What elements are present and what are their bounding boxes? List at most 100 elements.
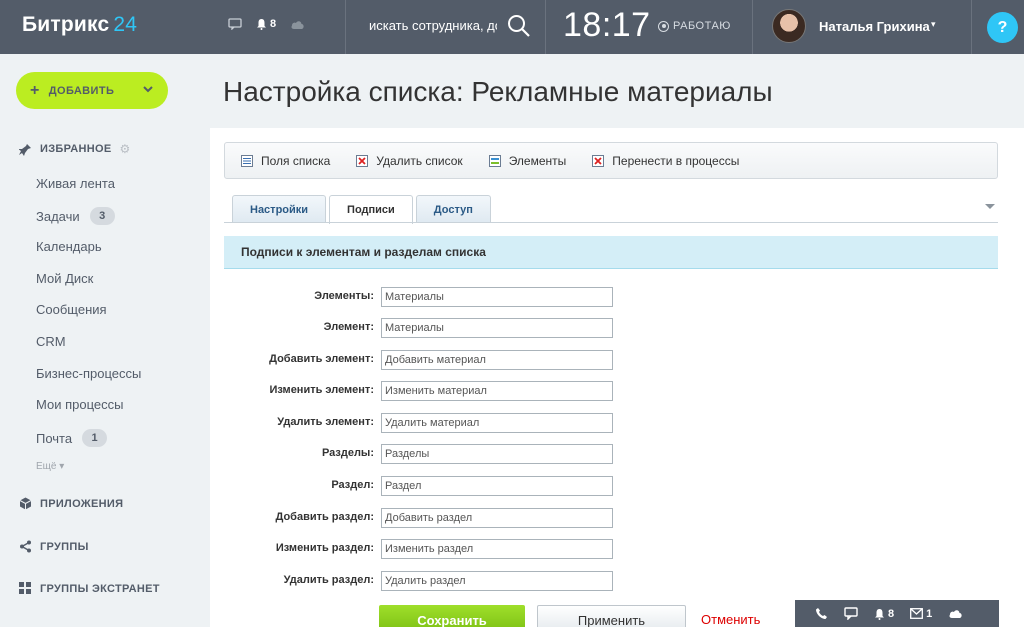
sidebar-item-label: Бизнес-процессы	[36, 366, 142, 381]
delete-section-field[interactable]	[381, 571, 613, 591]
chat-icon[interactable]	[844, 607, 858, 620]
element-name-field[interactable]	[381, 318, 613, 338]
search-icon[interactable]	[506, 13, 532, 39]
cancel-link[interactable]: Отменить	[701, 612, 760, 627]
sidebar-item-mail[interactable]: Почта 1	[36, 429, 108, 447]
sidebar-item-calendar[interactable]: Календарь	[36, 239, 102, 254]
cube-icon	[19, 497, 32, 510]
toolbar-delete-list-button[interactable]: Удалить список	[356, 154, 463, 168]
toolbar-label: Перенести в процессы	[612, 153, 740, 168]
sidebar-item-disk[interactable]: Мой Диск	[36, 271, 93, 286]
mail-count-badge: 1	[82, 429, 108, 447]
sidebar-item-label: Почта	[36, 430, 73, 446]
add-element-field[interactable]	[381, 350, 613, 370]
form-row: Изменить элемент:	[224, 381, 624, 401]
list-toolbar: Поля списка Удалить список Элементы Пере…	[224, 142, 998, 179]
tab-settings[interactable]: Настройки	[232, 195, 327, 223]
notifications-bell[interactable]: 8	[874, 608, 894, 620]
toolbar-fields-button[interactable]: Поля списка	[241, 154, 330, 168]
sidebar-item-crm[interactable]: CRM	[36, 334, 66, 349]
sidebar-section-groups[interactable]: ГРУППЫ	[19, 540, 89, 553]
cloud-icon[interactable]	[948, 608, 963, 619]
page-title: Настройка списка: Рекламные материалы	[223, 76, 773, 107]
save-button[interactable]: Сохранить	[379, 605, 525, 627]
field-label: Элемент:	[323, 321, 374, 333]
sidebar-item-label: Задачи	[36, 208, 80, 224]
tab-access[interactable]: Доступ	[415, 195, 491, 223]
mail-button[interactable]: 1	[910, 608, 932, 620]
bell-icon	[257, 19, 266, 30]
field-label: Удалить элемент:	[277, 416, 374, 428]
gear-icon[interactable]: ⚙	[120, 142, 131, 156]
edit-element-field[interactable]	[381, 381, 613, 401]
user-menu-caret-icon[interactable]: ▾	[931, 19, 936, 30]
bottom-messenger-bar: 8 1	[795, 600, 999, 627]
phone-icon[interactable]	[815, 607, 828, 620]
sidebar-item-label: Календарь	[36, 239, 102, 254]
sidebar-section-favorites[interactable]: ИЗБРАННОЕ ⚙	[19, 142, 131, 156]
edit-section-field[interactable]	[381, 539, 613, 559]
add-button[interactable]: + ДОБАВИТЬ	[16, 72, 168, 109]
grid-icon	[19, 582, 31, 594]
settings-tabs: Настройки Подписи Доступ	[232, 195, 491, 224]
header-divider	[752, 0, 753, 54]
sidebar-section-apps[interactable]: ПРИЛОЖЕНИЯ	[19, 497, 123, 510]
sidebar-item-label: Сообщения	[36, 302, 107, 317]
avatar[interactable]	[772, 9, 806, 43]
delete-list-icon	[356, 154, 369, 167]
sidebar-item-live-feed[interactable]: Живая лента	[36, 176, 115, 191]
more-label: Ещё	[36, 461, 57, 472]
top-header: Битрикс 24 8 искать сотрудника, до 18:17 …	[0, 0, 1024, 54]
toolbar-move-button[interactable]: Перенести в процессы	[592, 154, 739, 168]
sidebar-item-label: CRM	[36, 334, 66, 349]
mail-count: 1	[926, 607, 933, 620]
notifications-count: 8	[270, 18, 277, 30]
header-icons: 8	[228, 18, 305, 30]
form-row: Элементы:	[224, 287, 624, 307]
share-icon	[20, 540, 31, 553]
chat-icon[interactable]	[228, 18, 242, 30]
chevron-down-icon[interactable]	[985, 204, 995, 209]
plus-icon: +	[30, 81, 40, 99]
section-name-field[interactable]	[381, 476, 613, 496]
field-label: Добавить элемент:	[269, 353, 374, 365]
header-divider	[971, 0, 972, 54]
sidebar-more-link[interactable]: Ещё ▾	[36, 461, 64, 472]
groups-label: ГРУППЫ	[40, 540, 89, 553]
sidebar-item-label: Живая лента	[36, 176, 115, 191]
form-row: Добавить раздел:	[224, 508, 624, 528]
notifications-bell[interactable]: 8	[256, 18, 276, 30]
sidebar-section-extranet[interactable]: ГРУППЫ ЭКСТРАНЕТ	[19, 582, 160, 595]
tasks-count-badge: 3	[89, 207, 115, 225]
sidebar-item-tasks[interactable]: Задачи 3	[36, 207, 115, 225]
form-row: Удалить элемент:	[224, 413, 624, 433]
add-section-field[interactable]	[381, 508, 613, 528]
sidebar-item-messages[interactable]: Сообщения	[36, 302, 107, 317]
favorites-label: ИЗБРАННОЕ	[40, 143, 112, 155]
field-label: Элементы:	[314, 290, 374, 302]
help-button[interactable]: ?	[987, 12, 1018, 43]
work-status[interactable]: РАБОТАЮ	[658, 20, 731, 32]
header-divider	[545, 0, 546, 54]
work-status-label: РАБОТАЮ	[673, 20, 731, 32]
section-header: Подписи к элементам и разделам списка	[224, 236, 998, 269]
tab-captions[interactable]: Подписи	[329, 195, 413, 224]
sections-name-field[interactable]	[381, 444, 613, 464]
form-row: Разделы:	[224, 444, 624, 464]
clock[interactable]: 18:17	[563, 6, 651, 45]
elements-icon	[488, 154, 501, 167]
delete-element-field[interactable]	[381, 413, 613, 433]
elements-name-field[interactable]	[381, 287, 613, 307]
chevron-down-icon	[143, 86, 153, 93]
header-divider	[345, 0, 346, 54]
apply-button[interactable]: Применить	[537, 605, 686, 627]
search-input[interactable]: искать сотрудника, до	[369, 18, 497, 33]
field-label: Изменить раздел:	[275, 542, 374, 554]
sidebar-item-my-processes[interactable]: Мои процессы	[36, 397, 123, 412]
toolbar-elements-button[interactable]: Элементы	[488, 154, 566, 168]
cloud-icon[interactable]	[290, 19, 305, 30]
field-label: Удалить раздел:	[283, 574, 374, 586]
logo[interactable]: Битрикс 24	[22, 13, 137, 37]
user-name[interactable]: Наталья Грихина	[819, 19, 930, 34]
sidebar-item-business-processes[interactable]: Бизнес-процессы	[36, 366, 141, 381]
